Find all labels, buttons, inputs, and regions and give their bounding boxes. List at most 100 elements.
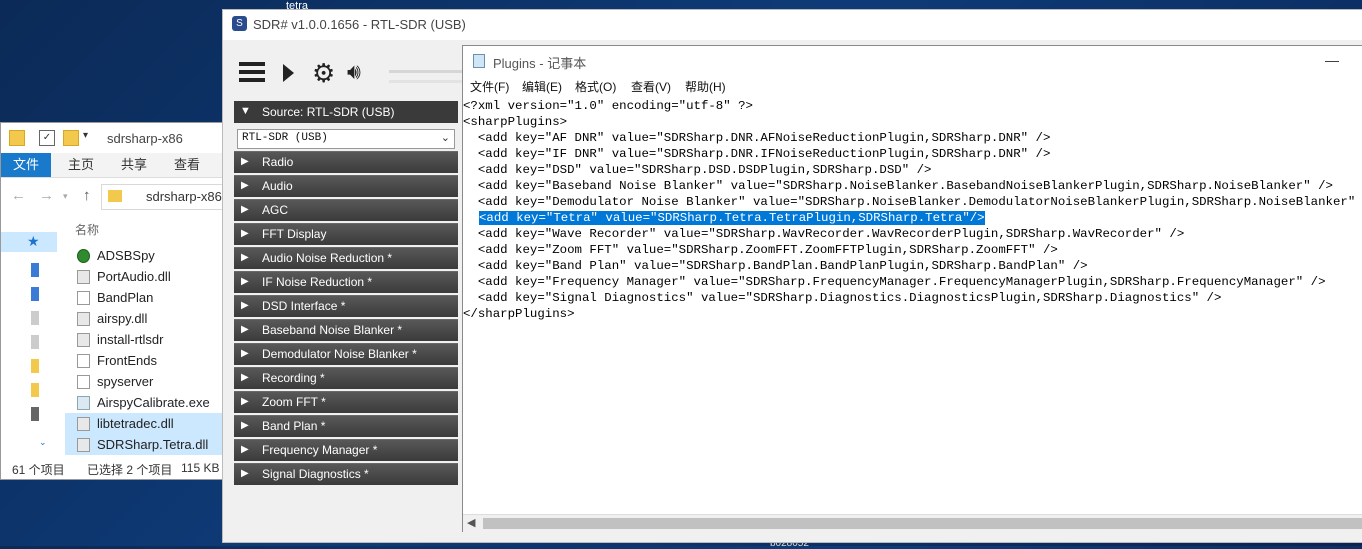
ribbon-tab-file[interactable]: 文件 xyxy=(1,153,52,177)
file-name: ADSBSpy xyxy=(97,248,155,263)
list-item[interactable]: airspy.dll xyxy=(65,308,227,329)
file-name: SDRSharp.Tetra.dll xyxy=(97,437,209,452)
dll-file-icon xyxy=(77,438,90,452)
list-item[interactable]: BandPlan xyxy=(65,287,227,308)
nav-this-pc-icon[interactable] xyxy=(31,407,39,421)
scrollbar-thumb[interactable] xyxy=(483,518,1362,529)
panel-audio-noise-reduction[interactable]: ▶ Audio Noise Reduction * xyxy=(234,247,458,269)
menu-edit[interactable]: 编辑(E) xyxy=(522,78,562,95)
panel-recording[interactable]: ▶ Recording * xyxy=(234,367,458,389)
text-line: <add key="Zoom FFT" value="SDRSharp.Zoom… xyxy=(463,242,1058,258)
exe-file-icon xyxy=(77,396,90,410)
source-device-select[interactable]: RTL-SDR (USB) ⌄ xyxy=(237,129,455,149)
notepad-text-area[interactable]: <?xml version="1.0" encoding="utf-8" ?> <… xyxy=(463,96,1362,514)
item-count: 61 个项目 xyxy=(12,463,65,477)
properties-check-icon[interactable]: ✓ xyxy=(39,130,55,146)
text-line-content: <?xml version="1.0" encoding="utf-8" ?> xyxy=(463,99,753,113)
panel-label: AGC xyxy=(262,203,289,217)
sdr-title-bar: S SDR# v1.0.0.1656 - RTL-SDR (USB) xyxy=(223,10,1362,40)
list-item[interactable]: PortAudio.dll xyxy=(65,266,227,287)
text-line-content: <add key="Wave Recorder" value="SDRSharp… xyxy=(463,227,1185,241)
expand-arrow-icon: ▶ xyxy=(241,252,249,263)
up-arrow-icon[interactable]: ↑ xyxy=(83,187,91,204)
notepad-window: Plugins - 记事本 — 文件(F) 编辑(E) 格式(O) 查看(V) … xyxy=(462,45,1362,532)
panel-baseband-noise-blanker[interactable]: ▶ Baseband Noise Blanker * xyxy=(234,319,458,341)
list-item[interactable]: spyserver xyxy=(65,371,227,392)
folder-icon xyxy=(108,190,122,202)
panel-label: Frequency Manager * xyxy=(262,443,378,457)
menu-help[interactable]: 帮助(H) xyxy=(685,78,726,95)
nav-documents-icon[interactable] xyxy=(31,311,39,325)
list-item[interactable]: ADSBSpy xyxy=(65,245,227,266)
quick-access-star-icon: ★ xyxy=(27,233,40,249)
horizontal-scrollbar[interactable]: ◀ xyxy=(463,514,1362,532)
quick-access-dropdown-icon[interactable]: ▾ xyxy=(83,130,97,144)
file-icon xyxy=(77,375,90,389)
list-item[interactable]: install-rtlsdr xyxy=(65,329,227,350)
ribbon-tab-share[interactable]: 共享 xyxy=(109,153,159,177)
text-line-content: <add key="Tetra" value="SDRSharp.Tetra.T… xyxy=(479,211,985,225)
minimize-icon[interactable]: — xyxy=(1325,52,1339,68)
play-icon[interactable] xyxy=(283,64,294,82)
panel-label: Recording * xyxy=(262,371,325,385)
panel-fft-display[interactable]: ▶ FFT Display xyxy=(234,223,458,245)
nav-desktop-icon[interactable] xyxy=(31,263,39,277)
panel-radio[interactable]: ▶ Radio xyxy=(234,151,458,173)
panel-agc[interactable]: ▶ AGC xyxy=(234,199,458,221)
nav-pictures-icon[interactable] xyxy=(31,335,39,349)
text-line-content: <sharpPlugins> xyxy=(463,115,568,129)
back-arrow-icon[interactable]: ← xyxy=(11,187,26,204)
list-item-selected[interactable]: SDRSharp.Tetra.dll xyxy=(65,434,227,455)
ribbon-tab-view[interactable]: 查看 xyxy=(162,153,212,177)
forward-arrow-icon[interactable]: → xyxy=(39,187,54,204)
panel-band-plan[interactable]: ▶ Band Plan * xyxy=(234,415,458,437)
ribbon-tab-home[interactable]: 主页 xyxy=(56,153,106,177)
panel-if-noise-reduction[interactable]: ▶ IF Noise Reduction * xyxy=(234,271,458,293)
list-item[interactable]: AirspyCalibrate.exe xyxy=(65,392,227,413)
source-panel-header[interactable]: ▼ Source: RTL-SDR (USB) xyxy=(234,101,458,123)
panel-audio[interactable]: ▶ Audio xyxy=(234,175,458,197)
notepad-window-title: Plugins - 记事本 xyxy=(493,56,587,71)
list-item-selected[interactable]: libtetradec.dll xyxy=(65,413,227,434)
recent-locations-chevron-icon[interactable]: ▾ xyxy=(63,191,68,202)
panel-label: Radio xyxy=(262,155,294,169)
selection-size: 115 KB xyxy=(181,461,220,475)
file-name: libtetradec.dll xyxy=(97,416,174,431)
panel-frequency-manager[interactable]: ▶ Frequency Manager * xyxy=(234,439,458,461)
menu-file[interactable]: 文件(F) xyxy=(470,78,509,95)
nav-folder-icon[interactable] xyxy=(31,359,39,373)
scroll-left-icon[interactable]: ◀ xyxy=(467,516,475,529)
explorer-title: sdrsharp-x86 xyxy=(107,131,183,146)
nav-downloads-icon[interactable] xyxy=(31,287,39,301)
nav-scroll-down-icon[interactable]: ⌄ xyxy=(39,437,47,448)
panel-label: Signal Diagnostics * xyxy=(262,467,369,481)
list-item[interactable]: FrontEnds xyxy=(65,350,227,371)
dll-file-icon xyxy=(77,270,90,284)
address-bar[interactable]: sdrsharp-x86 xyxy=(101,184,229,210)
panel-zoom-fft[interactable]: ▶ Zoom FFT * xyxy=(234,391,458,413)
folder-icon xyxy=(9,130,25,146)
chevron-down-icon: ⌄ xyxy=(440,132,450,144)
expand-arrow-icon: ▶ xyxy=(241,420,249,431)
hamburger-menu-icon[interactable] xyxy=(239,62,265,84)
menu-view[interactable]: 查看(V) xyxy=(631,78,671,95)
adsbspy-app-icon xyxy=(77,249,90,263)
panel-dsd-interface[interactable]: ▶ DSD Interface * xyxy=(234,295,458,317)
panel-signal-diagnostics[interactable]: ▶ Signal Diagnostics * xyxy=(234,463,458,485)
expand-arrow-icon: ▶ xyxy=(241,180,249,191)
expand-arrow-icon: ▶ xyxy=(241,468,249,479)
text-line-selected: <add key="Tetra" value="SDRSharp.Tetra.T… xyxy=(479,210,985,226)
gear-icon[interactable]: ⚙ xyxy=(312,60,335,86)
sdrsharp-logo-icon: S xyxy=(232,16,247,31)
text-line: <add key="Signal Diagnostics" value="SDR… xyxy=(463,290,1222,306)
file-name: airspy.dll xyxy=(97,311,148,326)
nav-folder-icon[interactable] xyxy=(31,383,39,397)
text-line: <add key="Demodulator Noise Blanker" val… xyxy=(463,194,1362,210)
text-line: <add key="DSD" value="SDRSharp.DSD.DSDPl… xyxy=(463,162,932,178)
volume-slider[interactable] xyxy=(389,70,465,73)
volume-icon[interactable]: 🔊︎ xyxy=(347,60,361,84)
panel-demodulator-noise-blanker[interactable]: ▶ Demodulator Noise Blanker * xyxy=(234,343,458,365)
new-folder-icon[interactable] xyxy=(63,130,79,146)
column-header-name[interactable]: 名称 xyxy=(75,221,99,238)
menu-format[interactable]: 格式(O) xyxy=(575,78,616,95)
